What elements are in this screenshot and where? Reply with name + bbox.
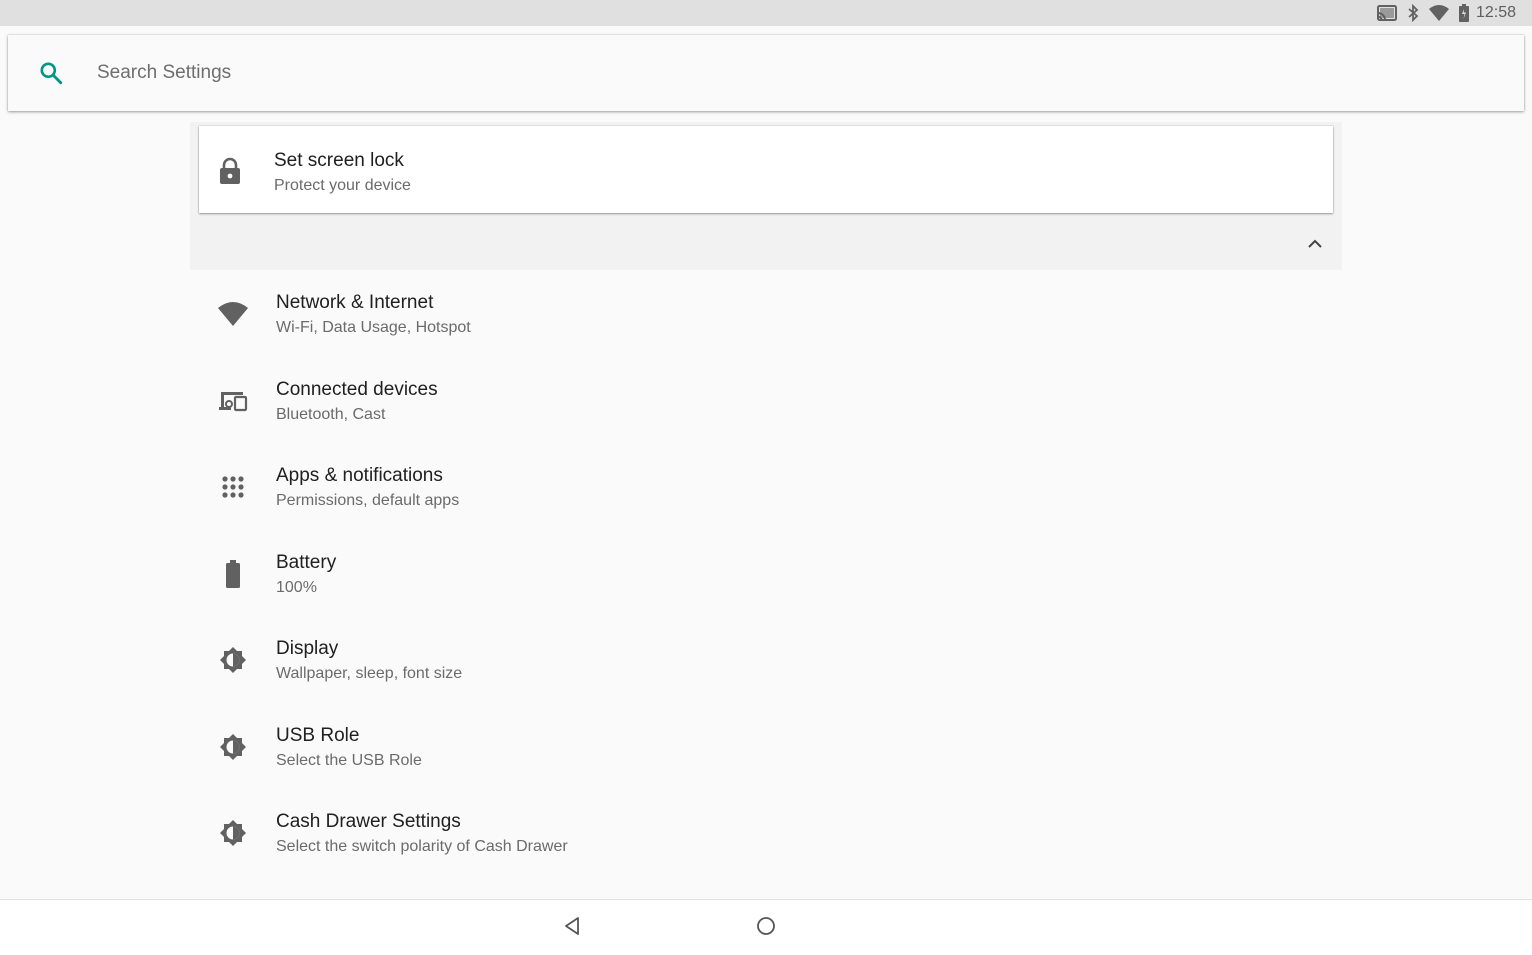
setting-cash-drawer[interactable]: Cash Drawer Settings Select the switch p… (190, 789, 1342, 876)
apps-grid-icon (216, 473, 250, 501)
lock-icon (219, 157, 241, 190)
setting-subtitle: Wi-Fi, Data Usage, Hotspot (276, 319, 471, 336)
set-screen-lock-card[interactable]: Set screen lock Protect your device (199, 126, 1333, 213)
brightness-icon (216, 819, 250, 847)
setting-title: Apps & notifications (276, 465, 443, 486)
status-time: 12:58 (1475, 4, 1516, 21)
suggestion-subtitle: Protect your device (274, 177, 411, 194)
setting-subtitle: 100% (276, 578, 317, 596)
battery-icon (216, 559, 250, 588)
collapse-suggestions-button[interactable] (1302, 232, 1328, 258)
setting-subtitle: Select the switch polarity of Cash Drawe… (276, 838, 568, 855)
suggestion-area: Set screen lock Protect your device (190, 122, 1342, 270)
setting-usb-role[interactable]: USB Role Select the USB Role (190, 703, 1342, 790)
search-icon[interactable] (38, 60, 64, 86)
back-button[interactable] (560, 916, 584, 940)
suggestion-title: Set screen lock (274, 150, 404, 171)
battery-icon (1458, 4, 1470, 22)
settings-list: Network & Internet Wi-Fi, Data Usage, Ho… (190, 270, 1342, 876)
setting-subtitle: Permissions, default apps (276, 492, 460, 509)
wifi-icon (216, 300, 250, 328)
chevron-up-icon (1307, 236, 1323, 254)
setting-network-internet[interactable]: Network & Internet Wi-Fi, Data Usage, Ho… (190, 270, 1342, 357)
bluetooth-icon (1406, 4, 1420, 22)
navigation-bar (0, 899, 1532, 955)
home-icon (756, 916, 776, 941)
setting-subtitle: Select the USB Role (276, 751, 422, 769)
brightness-icon (216, 733, 250, 761)
wifi-icon (1428, 4, 1450, 22)
back-icon (562, 916, 582, 941)
setting-title: Battery (276, 551, 337, 573)
setting-subtitle: Bluetooth, Cast (276, 405, 386, 423)
setting-title: Network & Internet (276, 292, 434, 313)
brightness-icon (216, 646, 250, 674)
home-button[interactable] (754, 916, 778, 940)
setting-connected-devices[interactable]: Connected devices Bluetooth, Cast (190, 357, 1342, 444)
setting-apps-notifications[interactable]: Apps & notifications Permissions, defaul… (190, 443, 1342, 530)
setting-battery[interactable]: Battery 100% (190, 530, 1342, 617)
status-bar: 12:58 (0, 0, 1532, 26)
search-bar[interactable] (8, 35, 1524, 111)
setting-title: Connected devices (276, 378, 438, 400)
setting-display[interactable]: Display Wallpaper, sleep, font size (190, 616, 1342, 703)
search-input[interactable] (95, 61, 1299, 85)
devices-icon (216, 387, 250, 415)
setting-subtitle: Wallpaper, sleep, font size (276, 665, 463, 682)
setting-title: USB Role (276, 724, 360, 746)
setting-title: Cash Drawer Settings (276, 811, 461, 832)
setting-title: Display (276, 638, 339, 659)
cast-icon (1376, 4, 1398, 22)
